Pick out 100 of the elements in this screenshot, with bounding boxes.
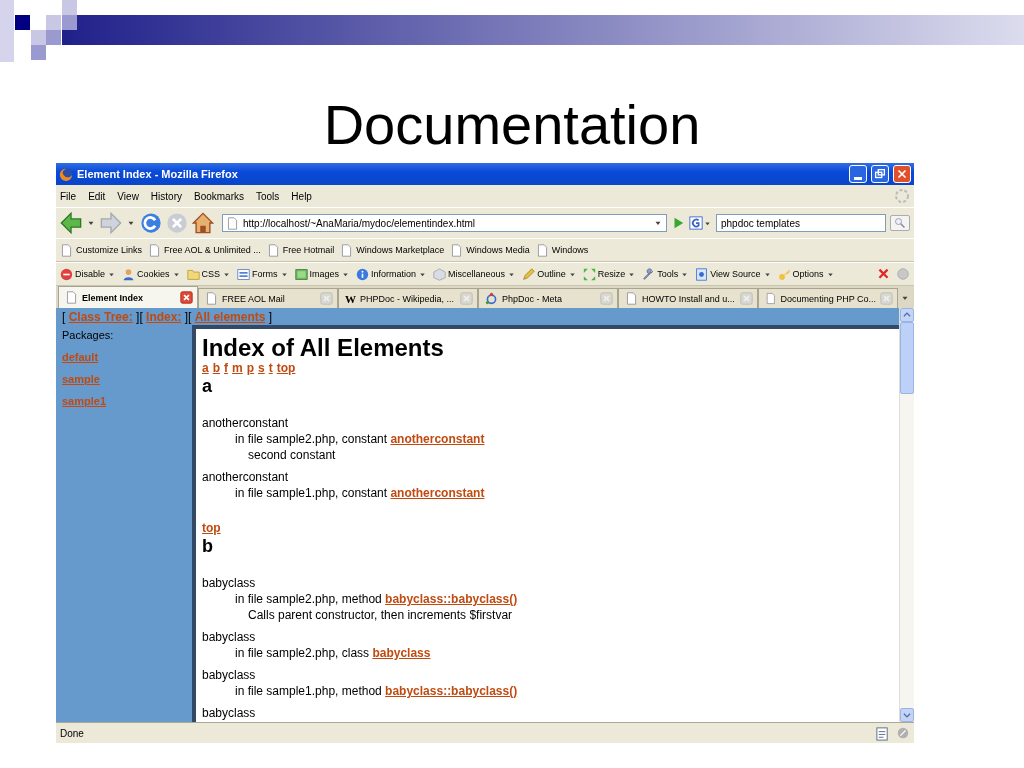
search-field[interactable]: phpdoc templates	[716, 214, 886, 232]
tab-label: Documenting PHP Co...	[780, 293, 876, 304]
toolbar-menu-button[interactable]: CSS	[186, 267, 232, 281]
toolbar-menu-label: CSS	[201, 269, 221, 279]
menu-item[interactable]: File	[60, 190, 77, 202]
scrollbar[interactable]	[899, 308, 914, 722]
bookmark-label: Customize Links	[76, 245, 143, 255]
toolbar-menu-button[interactable]: Disable	[60, 267, 116, 281]
scroll-down-button[interactable]	[900, 708, 914, 722]
toolbar-menu-button[interactable]: View Source	[695, 267, 772, 281]
tab[interactable]: FREE AOL Mail	[198, 288, 338, 308]
toolbar-menu-label: Information	[371, 269, 417, 279]
element-description: second constant	[248, 448, 336, 462]
home-button[interactable]	[192, 212, 214, 234]
element-description: Calls parent constructor, then increments $firstvar	[248, 608, 513, 622]
letter-link[interactable]: m	[232, 361, 243, 375]
scroll-thumb[interactable]	[900, 322, 914, 394]
close-icon	[740, 292, 753, 305]
minimize-button[interactable]	[849, 165, 867, 183]
menu-item[interactable]: Tools	[256, 190, 280, 202]
toolbar-menu-button[interactable]: Cookies	[122, 267, 181, 281]
reload-button[interactable]	[140, 212, 162, 234]
close-icon	[600, 292, 613, 305]
person-icon	[122, 267, 135, 281]
file-location: in file sample1.php, constant anotherconstant	[235, 486, 485, 500]
element-name: babyclass	[202, 667, 257, 683]
key-icon	[777, 267, 791, 281]
close-icon	[880, 292, 893, 305]
maximize-button[interactable]	[871, 165, 889, 183]
menu-item[interactable]: History	[150, 190, 182, 202]
toolbar-menu-button[interactable]: Outline	[522, 267, 577, 281]
top-link[interactable]: top	[202, 521, 221, 535]
menu-item[interactable]: Edit	[88, 190, 106, 202]
page-icon	[765, 292, 777, 305]
toolbar-menu-button[interactable]: Forms	[237, 267, 289, 281]
bracket-text: ]	[267, 309, 273, 324]
element-link[interactable]: anotherconstant	[390, 486, 485, 500]
element-link[interactable]: anotherconstant	[390, 432, 485, 446]
element-link[interactable]: babyclass::babyclass()	[385, 592, 518, 606]
no-entry-icon	[60, 267, 73, 281]
search-button[interactable]	[890, 215, 910, 231]
document-icon	[695, 267, 709, 281]
tab[interactable]: HOWTO Install and u...	[618, 288, 758, 308]
back-button[interactable]	[60, 212, 82, 234]
toolbar-menu-button[interactable]: Information	[356, 267, 428, 281]
bookmark-label: Windows Marketplace	[356, 245, 445, 255]
menu-item[interactable]: View	[117, 190, 139, 202]
bookmark[interactable]: Windows	[535, 243, 589, 257]
tab[interactable]: PhpDoc - Meta	[478, 288, 618, 308]
bookmark[interactable]: Free AOL & Unlimited ...	[148, 243, 261, 257]
page-icon	[205, 292, 218, 305]
element-name: anotherconstant	[202, 415, 290, 431]
tab[interactable]: Element Index	[58, 286, 198, 308]
element-link[interactable]: babyclass	[372, 646, 431, 660]
file-location: in file sample2.php, class babyclass	[235, 646, 431, 660]
tab[interactable]: W PHPDoc - Wikipedia, ...	[338, 288, 478, 308]
home-icon	[192, 212, 214, 234]
letter-link[interactable]: f	[224, 361, 229, 375]
page-icon	[535, 243, 549, 257]
tab[interactable]: Documenting PHP Co...	[758, 288, 898, 308]
letter-link[interactable]: s	[258, 361, 265, 375]
tab-label: HOWTO Install and u...	[642, 293, 736, 304]
stop-icon	[166, 212, 188, 234]
forward-arrow-icon	[100, 212, 122, 234]
status-text: Done	[60, 727, 85, 739]
toolbar-menu-button[interactable]: Tools	[642, 267, 690, 281]
bookmark[interactable]: Windows Marketplace	[340, 243, 445, 257]
page-icon	[625, 292, 638, 305]
tab-close-button[interactable]	[180, 291, 193, 304]
letter-link[interactable]: b	[212, 361, 221, 375]
bookmark-label: Free Hotmail	[282, 245, 335, 255]
toolbar-menu-label: Miscellaneous	[448, 269, 506, 279]
back-arrow-icon	[60, 212, 82, 234]
letter-link[interactable]: a	[202, 361, 209, 375]
forward-button[interactable]	[100, 212, 122, 234]
toolbar-menu-button[interactable]: Images	[294, 267, 351, 281]
search-engine-icon	[689, 216, 703, 230]
letter-link[interactable]: t	[268, 361, 273, 375]
letter-link[interactable]: p	[246, 361, 255, 375]
toolbar-menu-label: Options	[792, 269, 824, 279]
toolbar-menu-button[interactable]: Miscellaneous	[433, 267, 517, 281]
close-icon	[460, 292, 473, 305]
toolbar-menu-button[interactable]: Resize	[582, 267, 637, 281]
element-link[interactable]: babyclass::babyclass()	[385, 684, 518, 698]
resize-icon	[582, 267, 596, 281]
close-icon	[877, 267, 890, 281]
letter-link[interactable]: top	[276, 361, 296, 375]
close-button[interactable]	[893, 165, 911, 183]
menu-item[interactable]: Help	[291, 190, 312, 202]
menu-item[interactable]: Bookmarks	[194, 190, 244, 202]
cube-icon	[433, 267, 447, 281]
scroll-up-button[interactable]	[900, 308, 914, 322]
toolbar-menu-button[interactable]: Options	[777, 267, 835, 281]
bookmark[interactable]: Free Hotmail	[266, 243, 335, 257]
notepad-icon	[875, 725, 890, 741]
bookmark[interactable]: Customize Links	[60, 243, 143, 257]
address-field[interactable]: http://localhost/~AnaMaria/mydoc/elementindex.html	[222, 214, 667, 232]
element-name: anotherconstant	[202, 469, 290, 485]
search-engine-button[interactable]	[689, 216, 712, 230]
bookmark[interactable]: Windows Media	[450, 243, 530, 257]
